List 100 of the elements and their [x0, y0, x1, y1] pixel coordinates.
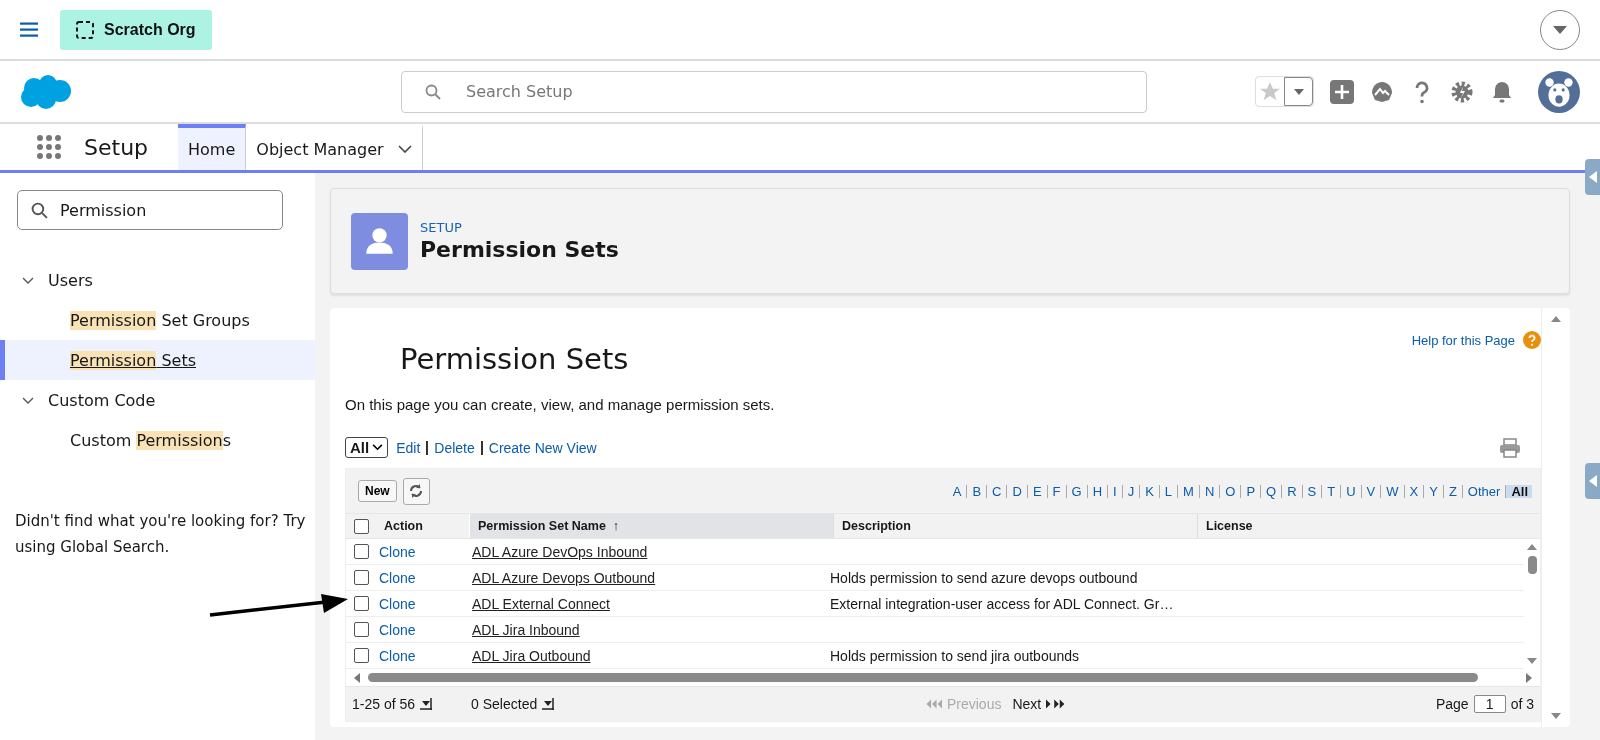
page-field[interactable]: 1: [1473, 695, 1506, 713]
letter-filter[interactable]: P: [1240, 484, 1256, 498]
letter-filter[interactable]: X: [1403, 484, 1419, 498]
view-link[interactable]: Delete: [426, 440, 475, 455]
next-link[interactable]: Next: [1012, 696, 1042, 712]
letter-filter[interactable]: O: [1219, 484, 1236, 498]
permission-set-link[interactable]: ADL Jira Outbound: [472, 647, 591, 664]
dropdown-icon[interactable]: [420, 698, 433, 710]
scrollbar-thumb[interactable]: [368, 673, 1478, 682]
letter-filter[interactable]: R: [1281, 484, 1297, 498]
permission-set-link[interactable]: ADL Jira Inbound: [472, 621, 580, 638]
row-checkbox[interactable]: [353, 596, 369, 611]
letter-filter[interactable]: T: [1321, 484, 1336, 498]
page-label: Page: [1435, 696, 1469, 712]
selected-count[interactable]: 0 Selected: [471, 696, 538, 712]
user-icon: [351, 212, 408, 270]
dropdown-button[interactable]: [1540, 9, 1580, 50]
letter-filter[interactable]: W: [1380, 484, 1399, 498]
letter-filter[interactable]: G: [1065, 484, 1082, 498]
row-checkbox[interactable]: [353, 648, 369, 663]
letter-filter[interactable]: Other: [1461, 484, 1501, 498]
favorites-dropdown[interactable]: [1284, 77, 1313, 106]
panel-handle[interactable]: [1585, 159, 1600, 195]
quick-find-field[interactable]: Permission: [17, 190, 283, 230]
new-button[interactable]: New: [358, 480, 397, 502]
help-link[interactable]: Help for this Page: [1411, 332, 1515, 348]
panel-handle[interactable]: [1585, 463, 1600, 499]
org-badge[interactable]: Scratch Org: [60, 9, 212, 50]
letter-filter[interactable]: Q: [1260, 484, 1277, 498]
letter-filter[interactable]: I: [1107, 484, 1117, 498]
letter-filter[interactable]: Z: [1442, 484, 1457, 498]
mountain-icon[interactable]: [1370, 79, 1394, 104]
record-count[interactable]: 1-25 of 56: [352, 696, 416, 712]
permission-set-link[interactable]: ADL Azure Devops Outbound: [472, 569, 656, 586]
letter-filter[interactable]: U: [1340, 484, 1356, 498]
letter-filter[interactable]: L: [1158, 484, 1173, 498]
letter-filter[interactable]: C: [986, 484, 1002, 498]
print-icon[interactable]: [1499, 437, 1521, 458]
select-all-checkbox[interactable]: [353, 518, 369, 534]
letter-filter[interactable]: S: [1301, 484, 1317, 498]
clone-link[interactable]: Clone: [379, 595, 416, 612]
app-launcher-icon[interactable]: [36, 134, 62, 160]
letter-filter[interactable]: H: [1086, 484, 1102, 498]
letter-filter[interactable]: M: [1177, 484, 1194, 498]
letter-filter[interactable]: B: [966, 484, 982, 498]
letter-filter[interactable]: J: [1121, 484, 1135, 498]
row-checkbox[interactable]: [353, 544, 369, 559]
tree-group[interactable]: Users: [48, 270, 93, 290]
permission-set-link[interactable]: ADL Azure DevOps Inbound: [472, 543, 648, 560]
scroll-up-icon[interactable]: [1551, 316, 1561, 322]
scrollbar-thumb[interactable]: [1527, 556, 1537, 574]
letter-filter[interactable]: Y: [1423, 484, 1438, 498]
bell-icon[interactable]: [1490, 79, 1514, 104]
table-cell: Holds permission to send jira outbounds: [830, 647, 1080, 664]
table-cell: External integration-user access for ADL Connect. Gr…: [830, 595, 1174, 612]
letter-filter[interactable]: N: [1198, 484, 1215, 498]
view-link[interactable]: Create New View: [480, 440, 597, 455]
dashed-square-icon: [76, 20, 94, 39]
settings-icon[interactable]: [1450, 79, 1474, 104]
scroll-up-icon[interactable]: [1527, 544, 1537, 550]
clone-link[interactable]: Clone: [379, 543, 416, 560]
tree-item[interactable]: Permission Sets: [0, 340, 315, 380]
clone-link[interactable]: Clone: [379, 647, 416, 664]
letter-filter[interactable]: V: [1360, 484, 1376, 498]
menu-icon[interactable]: [20, 22, 38, 37]
scroll-left-icon[interactable]: [354, 672, 360, 683]
nav-tab[interactable]: Object Manager: [256, 139, 384, 159]
letter-filter[interactable]: A: [952, 484, 962, 498]
caret-icon: [1293, 88, 1304, 95]
star-icon[interactable]: [1259, 80, 1281, 103]
chevron-icon[interactable]: [397, 145, 412, 153]
caret-icon: [1553, 25, 1567, 34]
column-header[interactable]: License: [1198, 514, 1540, 538]
letter-filter[interactable]: All: [1505, 484, 1532, 498]
avatar-icon[interactable]: [1538, 70, 1580, 113]
letter-filter[interactable]: K: [1139, 484, 1154, 498]
scroll-right-icon[interactable]: [1526, 672, 1532, 683]
column-header[interactable]: Description: [834, 514, 1198, 538]
view-link[interactable]: Edit: [396, 440, 421, 455]
scroll-down-icon[interactable]: [1551, 713, 1561, 719]
description: On this page you can create, view, and manage permission sets.: [345, 396, 776, 413]
clone-link[interactable]: Clone: [379, 569, 416, 586]
tree-item[interactable]: Custom Permissions: [0, 420, 315, 460]
tree-item[interactable]: Permission Set Groups: [0, 300, 315, 340]
letter-filter[interactable]: E: [1026, 484, 1042, 498]
letter-filter[interactable]: D: [1006, 484, 1022, 498]
permission-set-link[interactable]: ADL External Connect: [472, 595, 610, 612]
row-checkbox[interactable]: [353, 622, 369, 637]
dropdown-icon[interactable]: [542, 698, 555, 710]
letter-filter[interactable]: F: [1046, 484, 1061, 498]
help-icon[interactable]: [1523, 331, 1541, 349]
column-header[interactable]: Permission Set Name ↑: [470, 514, 834, 538]
scroll-down-icon[interactable]: [1527, 658, 1537, 664]
clone-link[interactable]: Clone: [379, 621, 416, 638]
add-icon[interactable]: [1330, 79, 1354, 104]
search-field[interactable]: Search Setup: [401, 70, 1147, 113]
tree-group[interactable]: Custom Code: [48, 390, 156, 410]
row-checkbox[interactable]: [353, 570, 369, 585]
refresh-button[interactable]: [402, 477, 430, 505]
view-select[interactable]: All: [345, 437, 389, 458]
